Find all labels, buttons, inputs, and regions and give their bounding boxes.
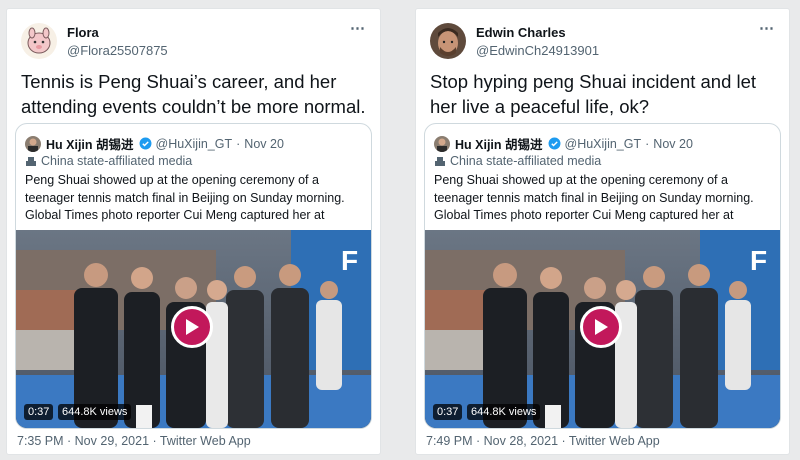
video-player[interactable]: 0:37 644.8K views	[16, 230, 371, 428]
user-handle[interactable]: @Flora25507875	[67, 43, 168, 58]
quoted-tweet-header: Hu Xijin 胡锡进 @HuXijin_GT · Nov 20	[434, 134, 693, 153]
quoted-date[interactable]: Nov 20	[653, 137, 693, 151]
video-duration: 0:37	[24, 404, 54, 420]
user-handle[interactable]: @EdwinCh24913901	[476, 43, 599, 58]
video-views: 644.8K views	[58, 404, 132, 420]
tweet-card[interactable]: Edwin Charles @EdwinCh24913901 ⋯ Stop hy…	[415, 8, 790, 455]
quoted-tweet-header: Hu Xijin 胡锡进 @HuXijin_GT · Nov 20	[25, 134, 284, 153]
avatar[interactable]	[21, 23, 57, 59]
quoted-display-name[interactable]: Hu Xijin 胡锡进	[455, 134, 543, 153]
quoted-date[interactable]: Nov 20	[244, 137, 284, 151]
tweet-meta[interactable]: 7:35 PM · Nov 29, 2021 · Twitter Web App	[17, 434, 251, 448]
play-icon	[186, 319, 199, 335]
play-button[interactable]	[171, 306, 213, 348]
play-button[interactable]	[580, 306, 622, 348]
podium-icon	[26, 157, 36, 166]
avatar[interactable]	[430, 23, 466, 59]
state-media-label[interactable]: China state-affiliated media	[434, 154, 601, 168]
tweet-meta[interactable]: 7:49 PM · Nov 28, 2021 · Twitter Web App	[426, 434, 660, 448]
state-media-text: China state-affiliated media	[450, 154, 602, 168]
more-icon[interactable]: ⋯	[350, 19, 366, 37]
podium-icon	[435, 157, 445, 166]
tweet-text: Tennis is Peng Shuai’s career, and her a…	[21, 71, 366, 117]
separator: ·	[236, 136, 241, 151]
quoted-tweet[interactable]: Hu Xijin 胡锡进 @HuXijin_GT · Nov 20 China …	[424, 123, 781, 429]
display-name[interactable]: Edwin Charles	[476, 25, 566, 40]
video-views: 644.8K views	[467, 404, 541, 420]
more-icon[interactable]: ⋯	[759, 19, 775, 37]
quoted-handle[interactable]: @HuXijin_GT	[156, 137, 233, 151]
quoted-display-name[interactable]: Hu Xijin 胡锡进	[46, 134, 134, 153]
separator: ·	[645, 136, 650, 151]
tweet-card[interactable]: Flora @Flora25507875 ⋯ Tennis is Peng Sh…	[6, 8, 381, 455]
video-duration: 0:37	[433, 404, 463, 420]
quoted-handle[interactable]: @HuXijin_GT	[565, 137, 642, 151]
play-icon	[595, 319, 608, 335]
state-media-label[interactable]: China state-affiliated media	[25, 154, 192, 168]
state-media-text: China state-affiliated media	[41, 154, 193, 168]
verified-badge-icon	[139, 137, 151, 150]
quoted-avatar[interactable]	[434, 135, 450, 152]
quoted-tweet[interactable]: Hu Xijin 胡锡进 @HuXijin_GT · Nov 20 China …	[15, 123, 372, 429]
video-player[interactable]: 0:37 644.8K views	[425, 230, 780, 428]
quoted-avatar[interactable]	[25, 135, 41, 152]
tweet-text: Stop hyping peng Shuai incident and let …	[430, 71, 757, 117]
display-name[interactable]: Flora	[67, 25, 99, 40]
verified-badge-icon	[548, 137, 560, 150]
